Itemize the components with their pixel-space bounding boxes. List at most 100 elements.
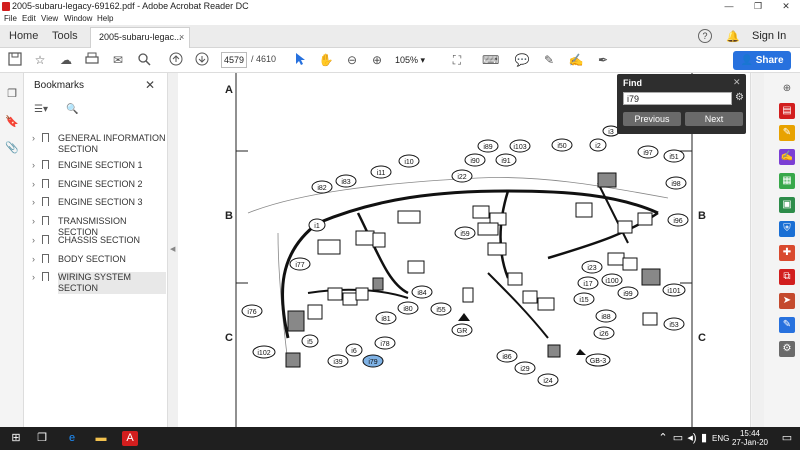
file-explorer-icon[interactable]: ▬: [93, 431, 109, 446]
next-page-icon[interactable]: [194, 52, 210, 68]
notification-center-icon[interactable]: ▭: [779, 431, 795, 446]
bookmark-item-selected[interactable]: › WIRING SYSTEM SECTION: [32, 272, 166, 294]
prev-page-icon[interactable]: [168, 52, 184, 68]
attachments-icon[interactable]: 📎: [5, 141, 19, 155]
vertical-scrollbar[interactable]: [752, 73, 764, 427]
menu-window[interactable]: Window: [64, 14, 92, 23]
maximize-button[interactable]: ❐: [744, 0, 772, 13]
edit-pdf-icon[interactable]: ▦: [779, 173, 795, 189]
close-find-icon[interactable]: ✕: [733, 77, 741, 88]
zoom-select[interactable]: 105% ▾: [395, 52, 439, 68]
search-icon[interactable]: [136, 52, 152, 68]
connector-label: i83: [341, 179, 350, 186]
fit-page-icon[interactable]: ⛶: [449, 52, 465, 68]
bookmarks-panel-icon[interactable]: 🔖: [5, 115, 19, 129]
create-pdf-icon[interactable]: ✚: [779, 245, 795, 261]
connector-label: i84: [417, 290, 426, 297]
keyboard-icon[interactable]: ⌨: [482, 52, 499, 68]
acrobat-taskbar-icon[interactable]: A: [122, 431, 138, 446]
zoom-in-icon[interactable]: ⊕: [369, 52, 385, 68]
menu-view[interactable]: View: [41, 14, 58, 23]
bookmark-item[interactable]: › TRANSMISSION SECTION: [32, 216, 166, 237]
help-icon[interactable]: ?: [698, 29, 712, 43]
bookmark-star-icon[interactable]: ☆: [32, 52, 48, 68]
fill-sign-icon[interactable]: ✍: [779, 149, 795, 165]
chevron-right-icon[interactable]: ›: [32, 179, 35, 189]
tab-tools[interactable]: Tools: [52, 25, 78, 48]
chevron-right-icon[interactable]: ›: [32, 197, 35, 207]
bookmark-item[interactable]: › CHASSIS SECTION: [32, 235, 166, 247]
chevron-right-icon[interactable]: ›: [32, 160, 35, 170]
panel-splitter[interactable]: ◀: [168, 73, 178, 427]
gear-icon[interactable]: ⚙: [735, 92, 744, 103]
menu-file[interactable]: File: [4, 14, 17, 23]
organize-pages-icon[interactable]: ▣: [779, 197, 795, 213]
sign-icon[interactable]: ✒: [595, 52, 611, 68]
zoom-out-icon[interactable]: ⊖: [344, 52, 360, 68]
export-pdf-icon[interactable]: ▤: [779, 103, 795, 119]
windows-start-icon[interactable]: ⊞: [8, 431, 24, 446]
bookmark-item[interactable]: › BODY SECTION: [32, 254, 166, 266]
page-thumbnails-icon[interactable]: ❐: [5, 87, 19, 101]
chevron-right-icon[interactable]: ›: [32, 235, 35, 245]
bookmark-item[interactable]: › ENGINE SECTION 2: [32, 179, 166, 191]
connector-label: i22: [457, 174, 466, 181]
hand-tool-icon[interactable]: ✋: [318, 52, 334, 68]
chevron-right-icon[interactable]: ›: [32, 133, 35, 143]
collapse-arrow-icon[interactable]: ◀: [170, 245, 175, 253]
tab-home[interactable]: Home: [9, 25, 38, 48]
close-tab-icon[interactable]: ×: [179, 32, 184, 42]
save-icon[interactable]: [7, 52, 23, 68]
protect-icon[interactable]: ⛨: [779, 221, 795, 237]
share-button[interactable]: 👤 Share: [733, 51, 791, 70]
highlight-pen-icon[interactable]: ✎: [541, 52, 557, 68]
find-previous-button[interactable]: Previous: [623, 112, 681, 126]
menu-help[interactable]: Help: [97, 14, 113, 23]
print-icon[interactable]: [84, 52, 100, 68]
notifications-icon[interactable]: 🔔: [726, 30, 740, 43]
sign-in-link[interactable]: Sign In: [752, 30, 786, 42]
battery-icon[interactable]: ▮: [696, 431, 712, 446]
edge-browser-icon[interactable]: e: [64, 431, 80, 446]
more-tools-icon[interactable]: ⚙: [779, 341, 795, 357]
email-icon[interactable]: ✉: [110, 52, 126, 68]
task-view-icon[interactable]: ❐: [34, 431, 50, 446]
row-label-a: A: [225, 84, 233, 96]
bookmark-options-icon[interactable]: ☰▾: [34, 104, 48, 118]
right-tools-rail: ⊕ ▤ ✎ ✍ ▦ ▣ ⛨ ✚ ⧉ ➤ ✎ ⚙: [750, 73, 800, 427]
draw-icon[interactable]: ✍: [568, 52, 584, 68]
marker-label: GR: [457, 328, 468, 335]
select-cursor-icon[interactable]: [292, 52, 308, 68]
chevron-right-icon[interactable]: ›: [32, 272, 35, 282]
comment-tool-icon[interactable]: ✎: [779, 125, 795, 141]
chevron-right-icon[interactable]: ›: [32, 216, 35, 226]
menu-edit[interactable]: Edit: [22, 14, 36, 23]
search-tool-icon[interactable]: ⊕: [779, 81, 795, 97]
minimize-button[interactable]: —: [715, 0, 743, 13]
find-next-button[interactable]: Next: [685, 112, 743, 126]
bookmark-item[interactable]: › ENGINE SECTION 3: [32, 197, 166, 209]
tray-up-icon[interactable]: ⌃: [655, 431, 671, 446]
close-window-button[interactable]: ✕: [772, 0, 800, 13]
bookmark-item[interactable]: › ENGINE SECTION 1: [32, 160, 166, 172]
tab-document[interactable]: 2005-subaru-legac... ×: [90, 27, 190, 48]
combine-files-icon[interactable]: ⧉: [779, 269, 795, 285]
close-bookmarks-icon[interactable]: ✕: [145, 78, 155, 92]
enhance-scan-icon[interactable]: ✎: [779, 317, 795, 333]
clock[interactable]: 15:44 27-Jan-20: [725, 429, 775, 447]
bookmark-search-icon[interactable]: 🔍: [66, 104, 78, 118]
find-input[interactable]: i79: [623, 92, 732, 105]
row-label-b-right: B: [698, 210, 706, 222]
bookmark-item[interactable]: › GENERAL INFORMATION SECTION: [32, 133, 166, 155]
bookmark-icon: [42, 272, 49, 281]
cloud-upload-icon[interactable]: ☁: [58, 52, 74, 68]
chevron-right-icon[interactable]: ›: [32, 254, 35, 264]
connector-label-highlighted: i79: [368, 359, 377, 366]
page-number-input[interactable]: 4579: [221, 52, 247, 68]
send-track-icon[interactable]: ➤: [779, 293, 795, 309]
comment-icon[interactable]: 💬: [514, 52, 530, 68]
bookmark-icon: [42, 197, 49, 206]
share-label: Share: [755, 55, 784, 66]
bookmarks-panel: Bookmarks ✕ ☰▾ 🔍 › GENERAL INFORMATION S…: [24, 73, 168, 427]
connector-label: i39: [333, 359, 342, 366]
